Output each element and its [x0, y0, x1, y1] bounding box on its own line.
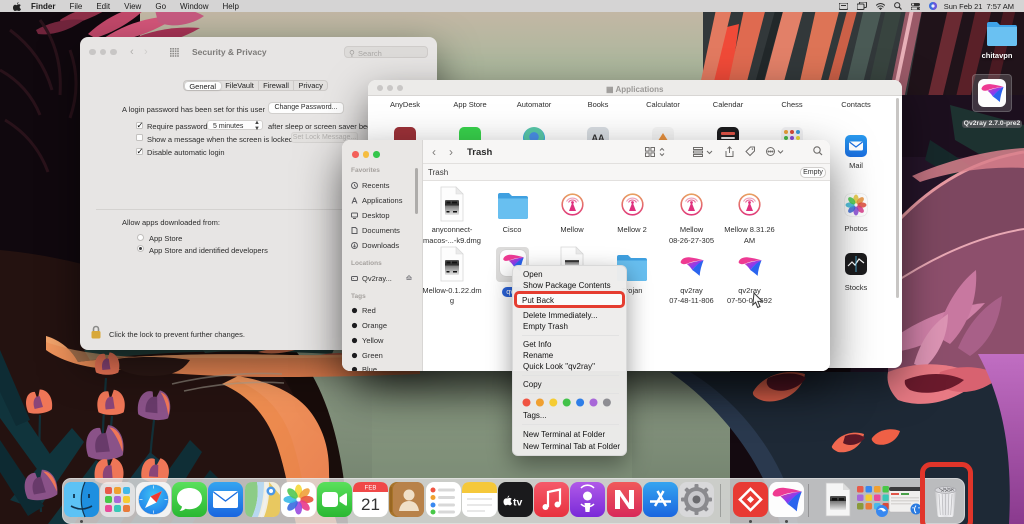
svg-text:FEB: FEB	[365, 486, 377, 492]
svg-text:tv: tv	[513, 497, 522, 509]
svg-text:21: 21	[361, 495, 380, 514]
